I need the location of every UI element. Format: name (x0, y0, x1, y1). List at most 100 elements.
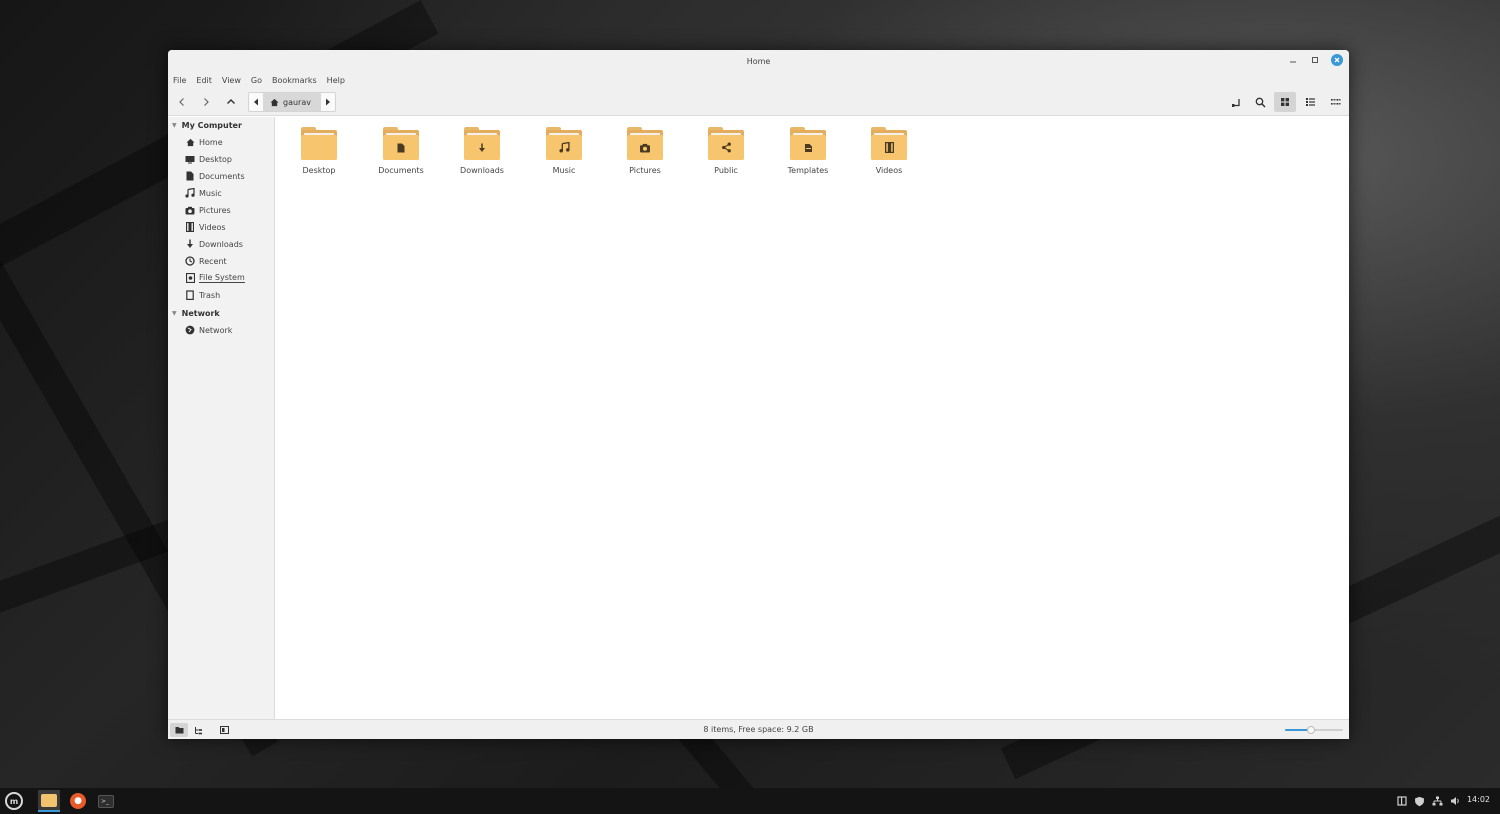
path-scroll-right-button[interactable] (321, 93, 335, 111)
path-crumb-home[interactable]: gaurav (263, 93, 321, 111)
camera-icon (185, 205, 195, 215)
sidebar-item-downloads[interactable]: Downloads (185, 237, 243, 251)
network-icon (185, 325, 195, 335)
list-view-button[interactable] (1299, 92, 1321, 112)
back-button[interactable] (173, 93, 191, 111)
tray-shield-icon[interactable] (1414, 794, 1425, 808)
sidebar-item-label: Downloads (199, 239, 243, 249)
sidebar-item-network[interactable]: Network (185, 323, 232, 337)
download-icon (185, 239, 195, 249)
zoom-slider[interactable] (1285, 726, 1343, 734)
sidebar-item-videos[interactable]: Videos (185, 220, 226, 234)
tray-display-icon[interactable] (1397, 794, 1407, 808)
close-icon (1334, 57, 1340, 63)
sidebar-item-documents[interactable]: Documents (185, 169, 245, 183)
folder-item-music[interactable]: Music (529, 127, 599, 175)
start-menu-button[interactable]: m (3, 790, 25, 812)
sidebar-item-home[interactable]: Home (185, 135, 223, 149)
menu-view[interactable]: View (222, 76, 241, 85)
sidebar: ▼ My Computer Home Desktop Documents Mus… (168, 117, 275, 719)
sidebar-item-label: Recent (199, 256, 227, 266)
sidebar-item-label: Home (199, 137, 223, 147)
menu-bookmarks[interactable]: Bookmarks (272, 76, 317, 85)
sidebar-item-file-system[interactable]: File System (185, 271, 245, 285)
taskbar-clock[interactable]: 14:02 (1467, 795, 1490, 804)
search-button[interactable] (1249, 92, 1271, 112)
toolbar: gaurav (168, 88, 1349, 116)
share-icon (721, 142, 731, 153)
menu-help[interactable]: Help (327, 76, 345, 85)
taskbar-files-button[interactable] (38, 790, 60, 812)
tray-volume-icon[interactable] (1450, 794, 1461, 808)
folder-item-videos[interactable]: Videos (854, 127, 924, 175)
minimize-button[interactable] (1287, 54, 1299, 66)
sidebar-item-music[interactable]: Music (185, 186, 222, 200)
list-icon (1305, 98, 1315, 106)
folder-item-documents[interactable]: Documents (366, 127, 436, 175)
menu-go[interactable]: Go (251, 76, 262, 85)
folder-icon (301, 127, 337, 160)
taskbar: m ● >_ 14:02 (0, 788, 1500, 814)
path-crumb-label: gaurav (283, 97, 311, 107)
folder-label: Templates (787, 166, 829, 175)
terminal-icon: >_ (98, 794, 114, 808)
sidebar-item-recent[interactable]: Recent (185, 254, 227, 268)
title-bar[interactable]: Home (168, 50, 1349, 72)
expander-down-icon: ▼ (172, 121, 177, 129)
sidebar-section-label: My Computer (181, 120, 242, 130)
sidebar-item-label: Network (199, 325, 233, 335)
toggle-location-button[interactable] (1225, 92, 1247, 112)
camera-icon (640, 143, 650, 152)
film-icon (884, 142, 894, 153)
taskbar-terminal-button[interactable]: >_ (95, 790, 117, 812)
folder-item-downloads[interactable]: Downloads (447, 127, 517, 175)
menu-edit[interactable]: Edit (196, 76, 212, 85)
tray-network-icon[interactable] (1432, 794, 1443, 808)
folder-label: Music (552, 166, 576, 175)
mint-logo-icon: m (5, 792, 23, 810)
folder-item-desktop[interactable]: Desktop (284, 127, 354, 175)
desktop-icon (185, 154, 195, 164)
icon-view-button[interactable] (1274, 92, 1296, 112)
folder-item-public[interactable]: Public (691, 127, 761, 175)
path-scroll-left-button[interactable] (249, 93, 263, 111)
minimize-icon (1290, 61, 1296, 63)
file-view[interactable]: Desktop Documents Downloads Music Pictur… (276, 117, 1349, 719)
sidebar-item-label: Trash (199, 290, 221, 300)
expander-down-icon: ▼ (172, 309, 177, 317)
folder-item-templates[interactable]: Templates (773, 127, 843, 175)
status-text: 8 items, Free space: 9.2 GB (703, 725, 814, 734)
home-icon (185, 137, 195, 147)
status-bar: 8 items, Free space: 9.2 GB (168, 719, 1349, 739)
folder-item-pictures[interactable]: Pictures (610, 127, 680, 175)
folder-templates-icon (790, 127, 826, 160)
film-icon (185, 222, 195, 232)
sidebar-item-label: File System (199, 273, 245, 283)
folder-label: Pictures (629, 166, 661, 175)
sidebar-section-my-computer[interactable]: ▼ My Computer (172, 118, 242, 132)
close-button[interactable] (1331, 54, 1343, 66)
chevron-right-icon (204, 98, 209, 106)
forward-button[interactable] (197, 93, 215, 111)
path-bar: gaurav (248, 92, 336, 112)
trash-icon (185, 290, 195, 300)
maximize-button[interactable] (1309, 54, 1321, 66)
menu-bar: File Edit View Go Bookmarks Help (168, 72, 1349, 88)
menu-file[interactable]: File (173, 76, 186, 85)
taskbar-firefox-button[interactable]: ● (67, 790, 89, 812)
firefox-icon: ● (70, 793, 86, 809)
sidebar-item-label: Videos (199, 222, 226, 232)
sidebar-item-pictures[interactable]: Pictures (185, 203, 231, 217)
sidebar-item-trash[interactable]: Trash (185, 288, 220, 302)
sidebar-item-desktop[interactable]: Desktop (185, 152, 232, 166)
chevron-left-icon (179, 98, 184, 106)
sidebar-section-network[interactable]: ▼ Network (172, 306, 220, 320)
compact-view-button[interactable] (1324, 92, 1346, 112)
folder-icon (41, 793, 57, 807)
music-icon (185, 188, 195, 198)
home-icon (270, 98, 279, 106)
clock-icon (185, 256, 195, 266)
up-button[interactable] (222, 93, 240, 111)
document-icon (185, 171, 195, 181)
grid-icon (1281, 98, 1289, 106)
